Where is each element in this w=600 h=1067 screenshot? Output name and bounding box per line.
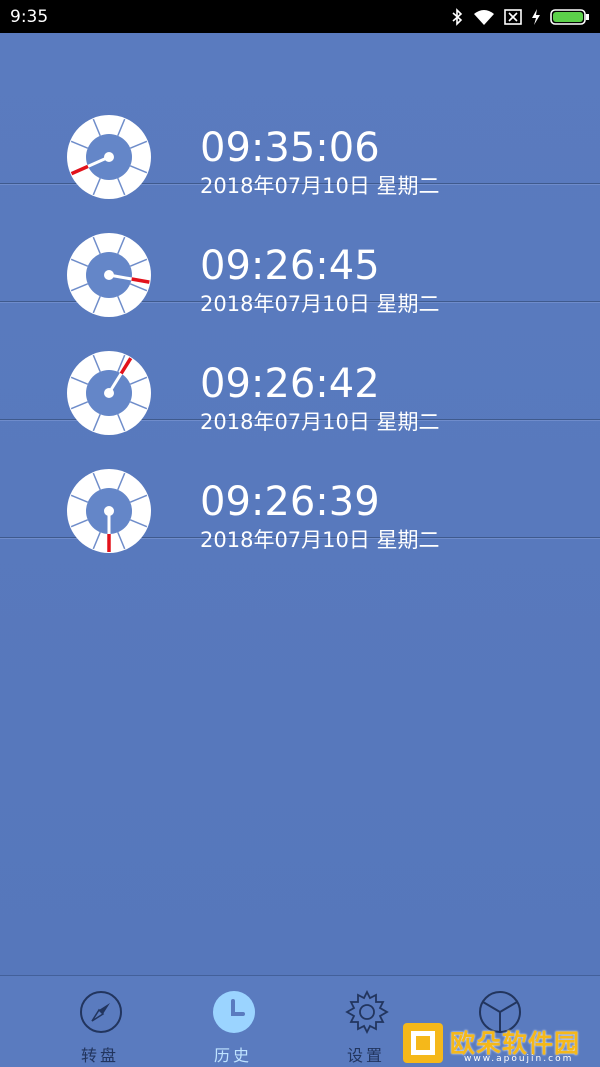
status-icons bbox=[450, 7, 590, 26]
history-main: 09:35:06 2018年07月10日 星期二 09:26:45 2018年0… bbox=[0, 33, 600, 975]
bluetooth-icon bbox=[452, 7, 463, 26]
watermark-sub: www.apoujin.com bbox=[464, 1054, 574, 1064]
tab-turntable[interactable]: 转盘 bbox=[35, 976, 165, 1067]
compass-icon bbox=[80, 991, 122, 1033]
tab-label: 转盘 bbox=[80, 1046, 119, 1065]
history-row[interactable]: 09:35:06 2018年07月10日 星期二 bbox=[0, 66, 600, 199]
history-time: 09:26:39 bbox=[200, 479, 380, 525]
battery-icon bbox=[550, 8, 589, 25]
history-time: 09:26:42 bbox=[200, 361, 380, 407]
watermark-logo-icon bbox=[403, 1023, 443, 1063]
gear-icon bbox=[345, 990, 389, 1034]
status-bar: 9:35 bbox=[0, 0, 600, 33]
sim-off-icon bbox=[504, 8, 522, 25]
history-row[interactable]: 09:26:42 2018年07月10日 星期二 bbox=[0, 302, 600, 435]
status-time: 9:35 bbox=[10, 6, 49, 27]
charging-icon bbox=[532, 8, 540, 25]
history-date: 2018年07月10日 星期二 bbox=[200, 528, 440, 552]
tab-history[interactable]: 历史 bbox=[168, 976, 298, 1067]
history-row[interactable]: 09:26:39 2018年07月10日 星期二 bbox=[0, 420, 600, 553]
history-time: 09:35:06 bbox=[200, 125, 380, 171]
dial-icon bbox=[67, 469, 151, 553]
tab-label: 历史 bbox=[213, 1046, 252, 1065]
history-time: 09:26:45 bbox=[200, 243, 380, 289]
wifi-icon bbox=[474, 9, 494, 25]
history-row[interactable]: 09:26:45 2018年07月10日 星期二 bbox=[0, 184, 600, 317]
clock-icon bbox=[213, 991, 255, 1033]
watermark: 欧朵软件园 www.apoujin.com bbox=[402, 1022, 594, 1064]
